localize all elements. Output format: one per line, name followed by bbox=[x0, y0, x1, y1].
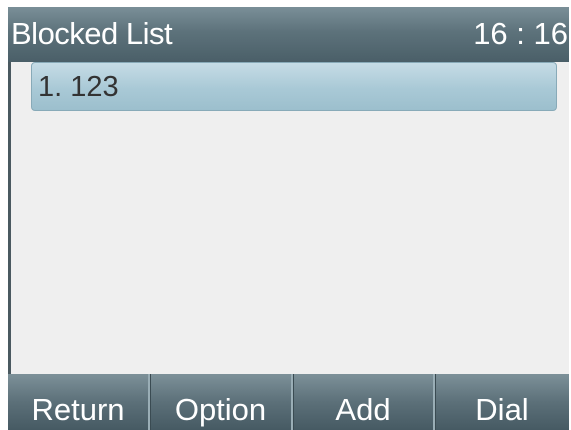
page-title: Blocked List bbox=[11, 16, 173, 51]
option-button[interactable]: Option bbox=[148, 374, 291, 430]
list-item[interactable]: 1. 123 bbox=[31, 62, 557, 111]
option-button-label: Option bbox=[174, 392, 267, 427]
return-button[interactable]: Return bbox=[8, 374, 148, 430]
dial-button-label: Dial bbox=[475, 392, 529, 427]
add-button[interactable]: Add bbox=[291, 374, 433, 430]
add-button-label: Add bbox=[335, 392, 391, 427]
dial-button[interactable]: Dial bbox=[433, 374, 569, 430]
phone-screen: Blocked List 16 : 16 1. 123 Return Optio… bbox=[0, 0, 571, 430]
list-item-label: 1. 123 bbox=[38, 71, 119, 103]
clock: 16 : 16 bbox=[473, 16, 568, 51]
blocked-list: 1. 123 bbox=[8, 62, 569, 374]
return-button-label: Return bbox=[31, 392, 125, 427]
title-bar: Blocked List 16 : 16 bbox=[8, 7, 569, 62]
softkey-bar: Return Option Add Dial bbox=[8, 374, 569, 430]
